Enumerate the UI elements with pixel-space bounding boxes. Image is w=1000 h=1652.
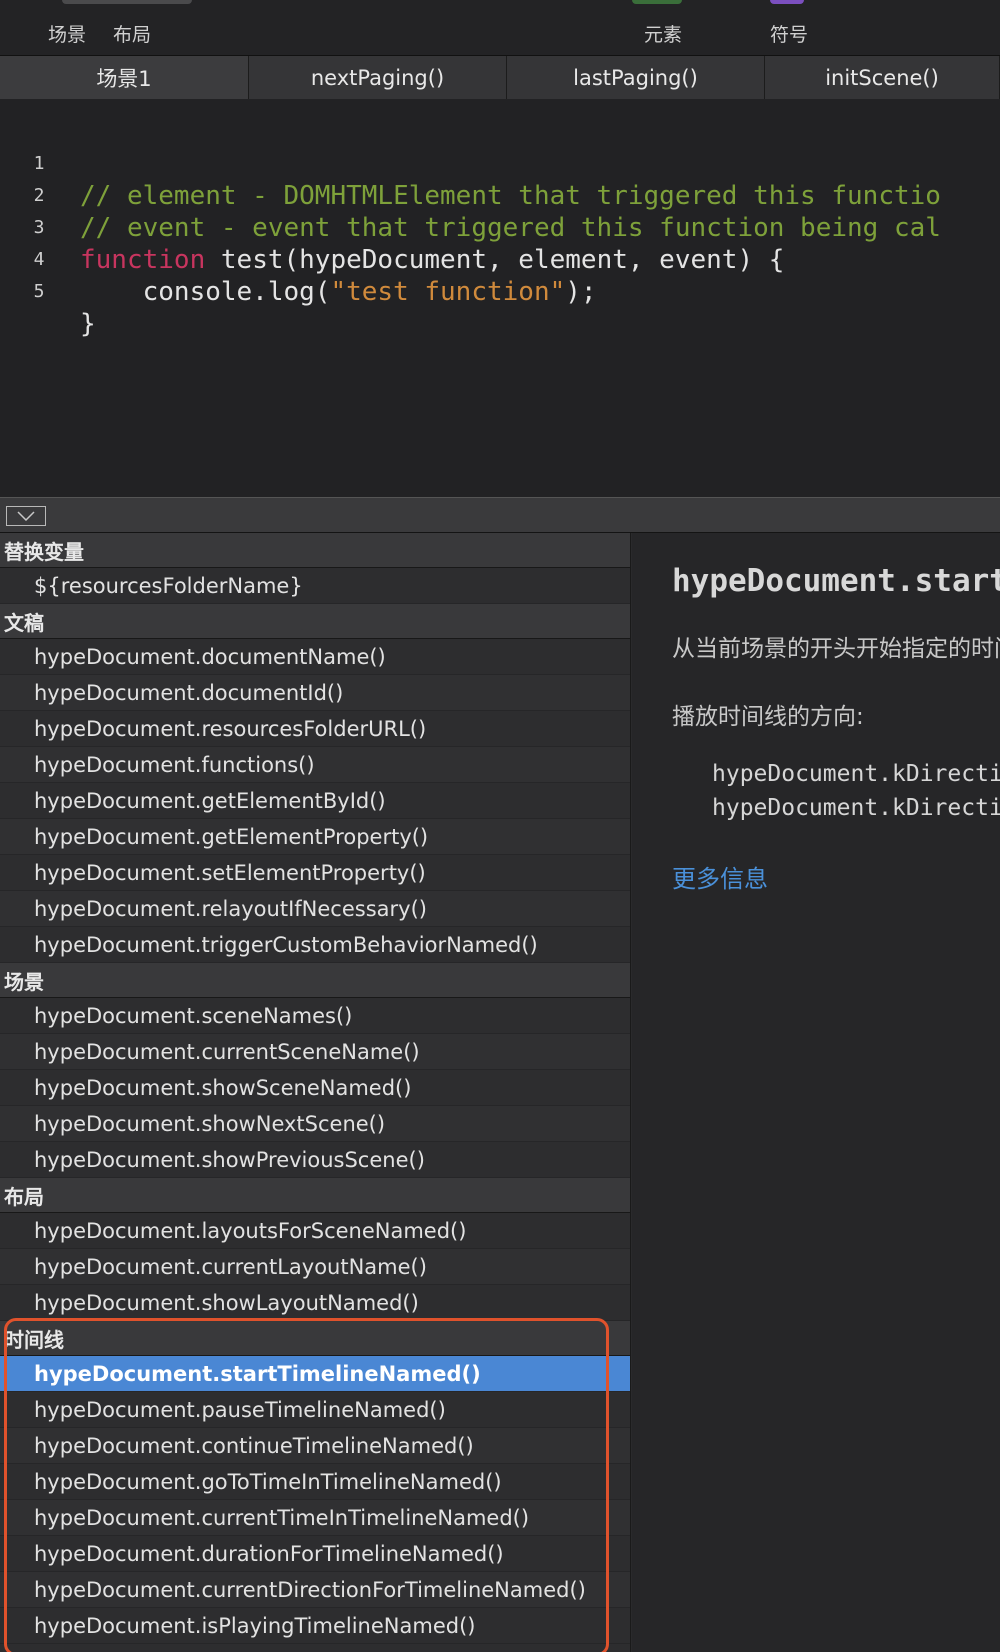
list-item[interactable]: hypeDocument.functions() <box>0 747 630 783</box>
function-tabs: 场景1 nextPaging() lastPaging() initScene(… <box>0 56 1000 99</box>
chevron-down-icon <box>17 511 35 521</box>
list-item[interactable]: hypeDocument.showLayoutNamed() <box>0 1285 630 1321</box>
list-item[interactable]: hypeDocument.currentTimeInTimelineNamed(… <box>0 1500 630 1536</box>
list-item[interactable]: hypeDocument.sceneNames() <box>0 998 630 1034</box>
code-text: } <box>80 309 96 339</box>
top-toolbar: 场景 布局 元素 符号 <box>0 0 1000 56</box>
list-item[interactable]: hypeDocument.currentSceneName() <box>0 1034 630 1070</box>
list-item[interactable]: hypeDocument.currentDirectionForTimeline… <box>0 1572 630 1608</box>
toolbar-symbols-button[interactable]: 符号 <box>770 20 808 47</box>
code-line: 1 // element - DOMHTMLElement that trigg… <box>0 116 1000 211</box>
tab-lastpaging[interactable]: lastPaging() <box>507 56 765 99</box>
code-line: 3 function test(hypeDocument, element, e… <box>0 180 1000 275</box>
list-item[interactable]: hypeDocument.goToTimeInTimelineNamed() <box>0 1464 630 1500</box>
detail-direction-value: hypeDocument.kDirectionReverse <box>712 795 1000 821</box>
detail-direction-value: hypeDocument.kDirectionForward <box>712 761 1000 787</box>
tab-nextpaging[interactable]: nextPaging() <box>249 56 507 99</box>
code-editor[interactable]: 1 // element - DOMHTMLElement that trigg… <box>0 99 1000 497</box>
list-item[interactable]: hypeDocument.isPlayingTimelineNamed() <box>0 1608 630 1644</box>
code-line: 2 // event - event that triggered this f… <box>0 148 1000 243</box>
list-item[interactable]: hypeDocument.currentLayoutName() <box>0 1249 630 1285</box>
toolbar-stub-purple <box>770 0 804 4</box>
api-list: 替换变量 ${resourcesFolderName} 文稿 hypeDocum… <box>0 533 631 1652</box>
list-item[interactable]: hypeDocument.showNextScene() <box>0 1106 630 1142</box>
detail-description: 从当前场景的开头开始指定的时间线 <box>672 636 1000 662</box>
code-line: 5 } <box>0 244 1000 339</box>
detail-direction-label: 播放时间线的方向: <box>672 704 864 730</box>
list-item-selected[interactable]: hypeDocument.startTimelineNamed() <box>0 1356 630 1392</box>
toolbar-layout-button[interactable]: 布局 <box>113 20 151 47</box>
toolbar-elements-button[interactable]: 元素 <box>644 20 682 47</box>
list-item[interactable]: hypeDocument.showPreviousScene() <box>0 1142 630 1178</box>
list-item[interactable]: hypeDocument.layoutsForSceneNamed() <box>0 1213 630 1249</box>
code-string: "test function" <box>330 277 566 307</box>
list-item[interactable]: hypeDocument.resourcesFolderURL() <box>0 711 630 747</box>
tab-initscene[interactable]: initScene() <box>765 56 1000 99</box>
toolbar-scene-button[interactable]: 场景 <box>48 20 86 47</box>
toolbar-stub-green <box>632 0 682 4</box>
list-item[interactable]: hypeDocument.continueTimelineNamed() <box>0 1428 630 1464</box>
section-header-document: 文稿 <box>0 604 630 639</box>
list-item[interactable]: hypeDocument.documentId() <box>0 675 630 711</box>
code-text: console.log( <box>80 277 331 307</box>
list-item[interactable]: hypeDocument.getElementById() <box>0 783 630 819</box>
more-info-link[interactable]: 更多信息 <box>672 859 768 894</box>
code-line: 4 console.log("test function"); <box>0 212 1000 307</box>
list-item[interactable]: ${resourcesFolderName} <box>0 568 630 604</box>
list-item[interactable]: hypeDocument.documentName() <box>0 639 630 675</box>
list-item[interactable]: hypeDocument.relayoutIfNecessary() <box>0 891 630 927</box>
line-number: 5 <box>33 281 45 302</box>
section-header-scene: 场景 <box>0 963 630 998</box>
tab-scene1[interactable]: 场景1 <box>0 56 249 99</box>
list-item[interactable]: hypeDocument.pauseTimelineNamed() <box>0 1392 630 1428</box>
toolbar-stub-left <box>62 0 192 4</box>
section-header-variables: 替换变量 <box>0 533 630 568</box>
detail-title: hypeDocument.startTimelineNamed( <box>672 563 1000 599</box>
collapse-toggle-button[interactable] <box>6 506 46 526</box>
code-text: ); <box>565 277 597 307</box>
list-item[interactable]: hypeDocument.triggerCustomBehaviorNamed(… <box>0 927 630 963</box>
section-header-timeline: 时间线 <box>0 1321 630 1356</box>
detail-panel: hypeDocument.startTimelineNamed( 从当前场景的开… <box>632 533 1000 1652</box>
list-item[interactable]: hypeDocument.showSceneNamed() <box>0 1070 630 1106</box>
section-header-layout: 布局 <box>0 1178 630 1213</box>
panel-divider[interactable] <box>0 497 1000 533</box>
list-item[interactable]: hypeDocument.durationForTimelineNamed() <box>0 1536 630 1572</box>
list-item[interactable]: hypeDocument.getElementProperty() <box>0 819 630 855</box>
list-item[interactable]: hypeDocument.setElementProperty() <box>0 855 630 891</box>
